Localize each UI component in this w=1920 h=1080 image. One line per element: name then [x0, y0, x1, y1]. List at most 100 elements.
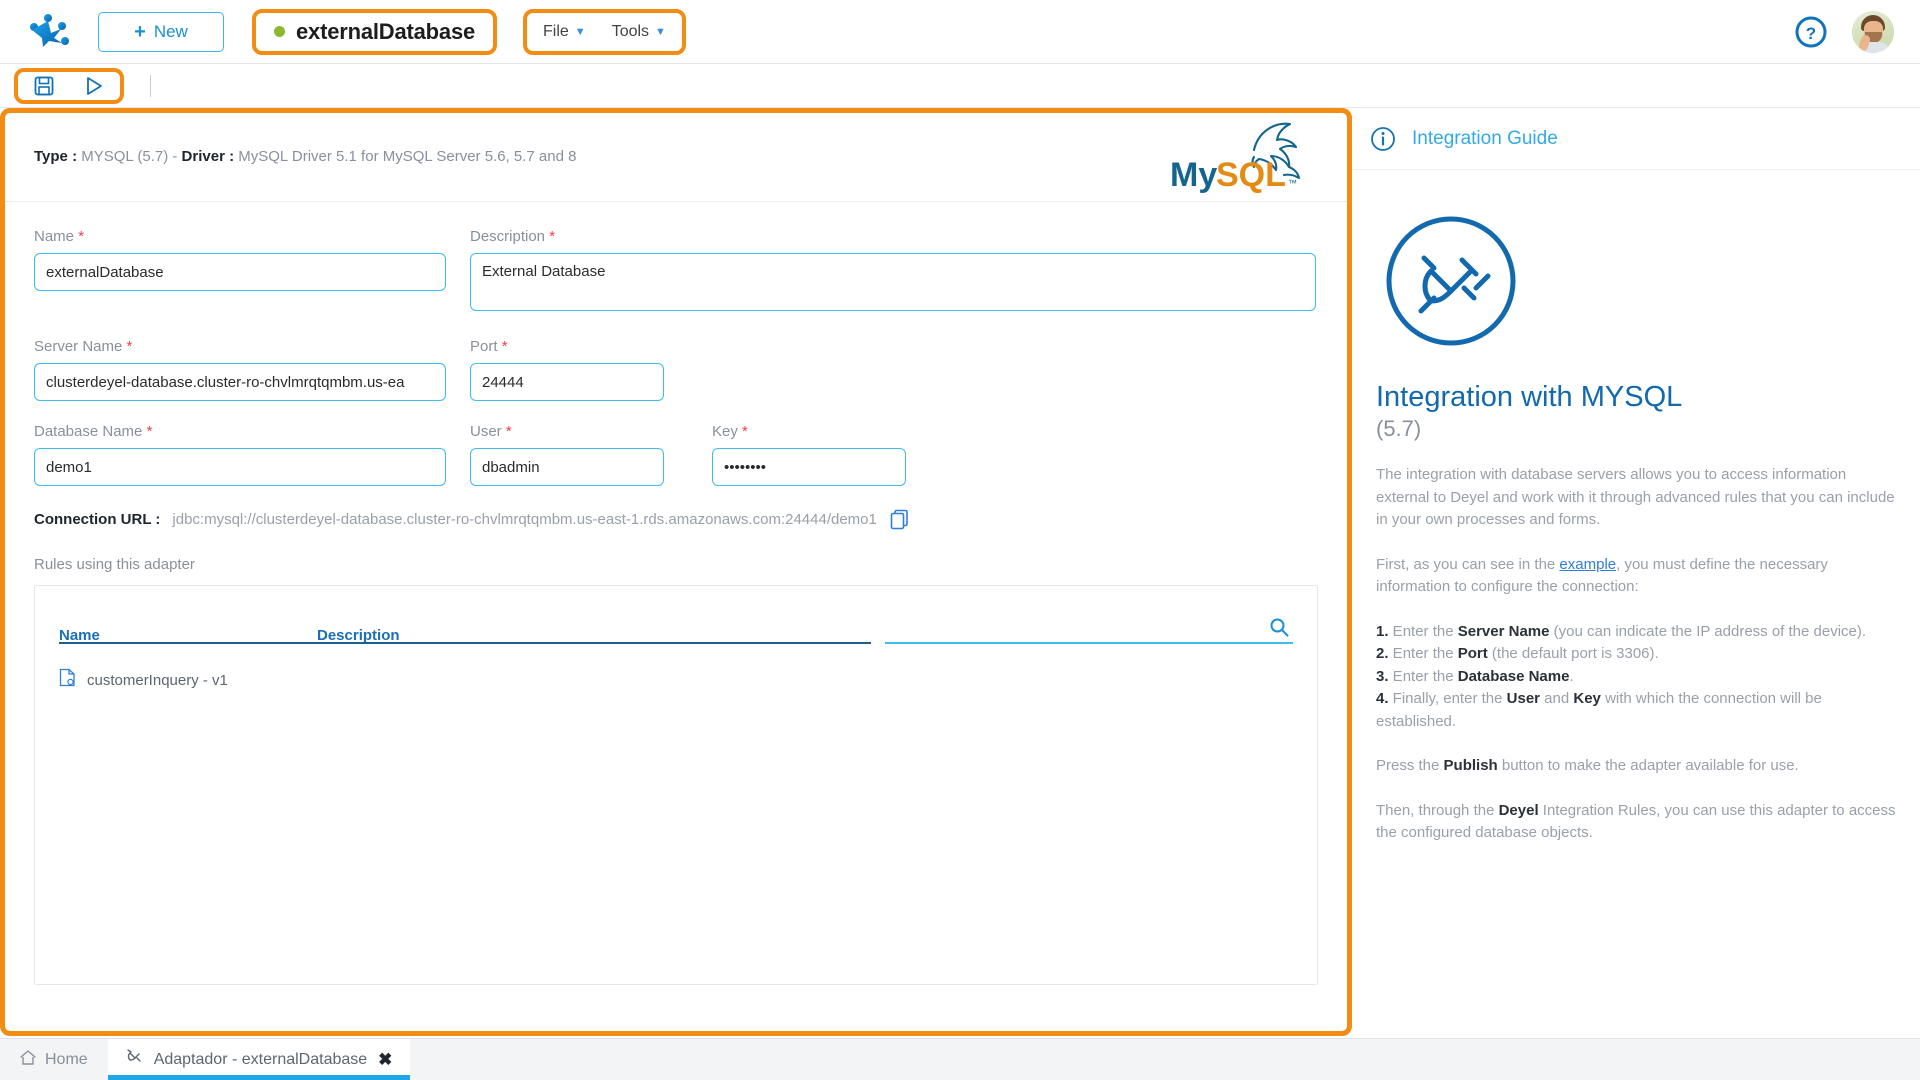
guide-paragraph-3-after: button to make the adapter available for… — [1497, 757, 1799, 775]
guide-step-3: 3. Enter the Database Name. — [1376, 666, 1898, 689]
svg-text:My: My — [1170, 156, 1217, 194]
publish-bold: Publish — [1443, 757, 1498, 775]
name-input[interactable] — [34, 253, 446, 291]
field-port-label-text: Port — [470, 338, 498, 355]
database-name-input[interactable] — [34, 448, 446, 486]
server-name-input[interactable] — [34, 363, 446, 401]
guide-paragraph-4-before: Then, through the — [1376, 801, 1499, 819]
guide-paragraph-1: The integration with database servers al… — [1376, 466, 1895, 529]
integration-guide-panel: Integration Guide Integration with MYSQL… — [1352, 108, 1920, 1036]
guide-body: Integration with MYSQL (5.7) The integra… — [1352, 170, 1920, 845]
copy-icon[interactable] — [889, 508, 911, 530]
publish-play-icon[interactable] — [82, 74, 106, 98]
taskbar-home[interactable]: Home — [0, 1039, 108, 1080]
adapter-form: Name * Description * — [4, 202, 1348, 985]
connection-url-label: Connection URL : — [34, 510, 161, 528]
question-circle-icon[interactable]: ? — [1794, 15, 1828, 49]
plug-disconnected-icon — [1376, 206, 1526, 356]
required-asterisk: * — [501, 338, 508, 355]
required-asterisk: * — [146, 423, 153, 440]
new-button[interactable]: + New — [98, 11, 224, 52]
step-number: 3. — [1376, 667, 1389, 685]
workspace: Type : MYSQL (5.7) - Driver : MySQL Driv… — [0, 108, 1920, 1038]
table-row[interactable]: customerInquery - v1 — [59, 668, 1293, 692]
mysql-logo: My SQL ™ — [1170, 120, 1320, 194]
user-input[interactable] — [470, 448, 664, 486]
adapter-type-text: Type : MYSQL (5.7) - Driver : MySQL Driv… — [34, 148, 576, 165]
guide-paragraph-2: First, as you can see in the example, yo… — [1376, 554, 1898, 599]
adapter-form-panel: Type : MYSQL (5.7) - Driver : MySQL Driv… — [0, 108, 1352, 1036]
field-port-label: Port * — [470, 338, 664, 355]
close-icon[interactable]: ✖ — [378, 1050, 392, 1070]
field-server-name-label: Server Name * — [34, 338, 446, 355]
home-icon — [20, 1049, 36, 1070]
menu-file[interactable]: File ▼ — [543, 23, 586, 41]
action-button-group — [14, 67, 124, 104]
taskbar-home-label: Home — [45, 1050, 88, 1068]
mysql-trademark: ™ — [1288, 178, 1297, 188]
field-key-label-text: Key — [712, 423, 738, 440]
field-user: User * — [470, 423, 664, 486]
field-name-label-text: Name — [34, 228, 75, 245]
field-database-name: Database Name * — [34, 423, 446, 486]
menu-file-label: File — [543, 22, 569, 40]
deyel-paw-logo[interactable] — [26, 12, 72, 52]
guide-paragraph-2-before: First, as you can see in the — [1376, 555, 1560, 573]
step-after: . — [1569, 667, 1574, 685]
required-asterisk: * — [505, 423, 512, 440]
driver-value: MySQL Driver 5.1 for MySQL Server 5.6, 5… — [238, 148, 577, 165]
field-description-label: Description * — [470, 228, 1316, 245]
rules-table-header: Name Description — [59, 604, 1293, 644]
step-number: 4. — [1376, 690, 1389, 708]
toolbar-separator — [150, 74, 151, 97]
field-key: Key * — [712, 423, 906, 486]
chevron-down-icon: ▼ — [574, 25, 586, 38]
guide-paragraph-4: Then, through the Deyel Integration Rule… — [1376, 800, 1898, 845]
step-after: (the default port is 3306). — [1487, 645, 1659, 663]
step-bold-2: Key — [1573, 690, 1601, 708]
avatar[interactable] — [1852, 10, 1894, 53]
rules-table: Name Description customerInquery - v1 — [34, 585, 1318, 985]
menu-tools-label: Tools — [611, 22, 650, 40]
taskbar-tab-adapter[interactable]: Adaptador - externalDatabase ✖ — [107, 1039, 411, 1080]
guide-header: Integration Guide — [1352, 108, 1920, 170]
bottom-taskbar: Home Adaptador - externalDatabase ✖ — [0, 1038, 1920, 1080]
step-bold: Server Name — [1457, 622, 1550, 640]
required-asterisk: * — [126, 338, 133, 355]
connection-url-row: Connection URL : jdbc:mysql://clusterdey… — [34, 508, 1318, 530]
key-input[interactable] — [712, 448, 906, 486]
required-asterisk: * — [742, 423, 748, 440]
info-circle-icon — [1370, 126, 1396, 152]
guide-step-4: 4. Finally, enter the User and Key with … — [1376, 688, 1898, 733]
form-row-1: Name * Description * — [34, 228, 1318, 316]
step-bold: Database Name — [1457, 667, 1570, 685]
plus-icon: + — [134, 20, 146, 43]
step-before: Enter the — [1388, 622, 1458, 640]
driver-label: Driver : — [181, 148, 235, 165]
guide-title: Integration with MYSQL — [1376, 381, 1683, 413]
connection-url-value: jdbc:mysql://clusterdeyel-database.clust… — [172, 510, 877, 528]
menu-tools[interactable]: Tools ▼ — [612, 23, 666, 41]
document-title-chip[interactable]: externalDatabase — [252, 8, 498, 55]
guide-paragraph-3-before: Press the — [1376, 757, 1444, 775]
rule-document-icon — [59, 668, 76, 692]
step-after: and — [1540, 690, 1574, 708]
step-bold: User — [1506, 690, 1540, 708]
step-before: Enter the — [1388, 645, 1458, 663]
save-floppy-icon[interactable] — [32, 74, 56, 98]
step-before: Finally, enter the — [1388, 690, 1507, 708]
svg-text:?: ? — [1806, 24, 1816, 43]
type-value: MYSQL (5.7) — [81, 148, 169, 165]
svg-text:SQL: SQL — [1216, 156, 1286, 194]
field-server-name: Server Name * — [34, 338, 446, 401]
type-separator: - — [172, 148, 178, 165]
required-asterisk: * — [78, 228, 85, 245]
document-title: externalDatabase — [296, 18, 476, 44]
description-textarea[interactable] — [470, 253, 1316, 311]
new-button-label: New — [153, 21, 188, 41]
example-link[interactable]: example — [1559, 556, 1616, 573]
port-input[interactable] — [470, 363, 664, 401]
guide-paragraph-3: Press the Publish button to make the ada… — [1376, 755, 1898, 778]
field-database-name-label: Database Name * — [34, 423, 446, 440]
search-icon[interactable] — [1269, 617, 1289, 637]
